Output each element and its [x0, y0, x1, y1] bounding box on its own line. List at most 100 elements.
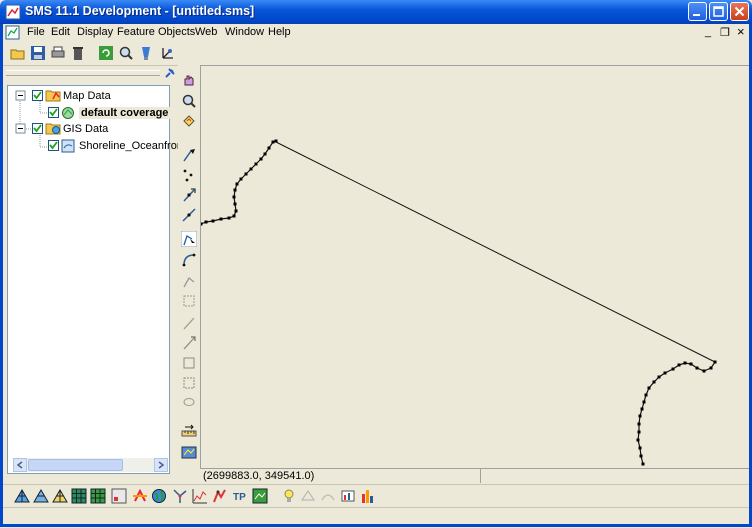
- arc-vertex[interactable]: [219, 217, 223, 221]
- annotation-icon[interactable]: [181, 445, 197, 461]
- shoreline-checkbox[interactable]: [48, 140, 59, 151]
- arc-vertex[interactable]: [657, 375, 661, 379]
- curvilinear-grid-module-icon[interactable]: [90, 488, 106, 504]
- cartesian-grid-module-icon[interactable]: [52, 488, 68, 504]
- arc-vertex[interactable]: [636, 438, 640, 442]
- select-node-icon[interactable]: [181, 187, 197, 203]
- arc-vertex[interactable]: [244, 172, 248, 176]
- map-module-icon[interactable]: [132, 488, 148, 504]
- arc-vertex[interactable]: [204, 220, 208, 224]
- select-polygon-dashed-icon[interactable]: [181, 375, 197, 391]
- arc-vertex[interactable]: [642, 400, 646, 404]
- mesh-module-icon[interactable]: [14, 488, 30, 504]
- sms-app-icon[interactable]: [5, 4, 21, 20]
- arc-vertex[interactable]: [713, 360, 717, 364]
- scroll-thumb[interactable]: [28, 459, 123, 471]
- light-icon[interactable]: [138, 45, 154, 61]
- arc-vertex[interactable]: [233, 188, 237, 192]
- arc-vertex[interactable]: [689, 362, 693, 366]
- arc-vertex[interactable]: [640, 407, 644, 411]
- lasso-disabled-icon[interactable]: [181, 395, 197, 411]
- arc-vertex[interactable]: [239, 177, 243, 181]
- arc-vertex[interactable]: [234, 209, 238, 213]
- plot-wizard-icon[interactable]: [340, 488, 356, 504]
- select-vertex-icon[interactable]: [181, 335, 197, 351]
- tree-item-gis-data[interactable]: GIS Data: [63, 123, 108, 135]
- mdi-restore-button[interactable]: ❐: [720, 26, 730, 39]
- arc-vertex[interactable]: [232, 214, 236, 218]
- menu-edit[interactable]: Edit: [51, 26, 70, 38]
- mdi-minimize-button[interactable]: _: [705, 26, 711, 38]
- arc-vertex[interactable]: [235, 182, 239, 186]
- arc-vertex[interactable]: [199, 222, 203, 226]
- axis-icon[interactable]: [160, 45, 176, 61]
- arc-vertices[interactable]: [199, 139, 717, 466]
- arc-vertex[interactable]: [638, 446, 642, 450]
- maximize-button[interactable]: [709, 2, 728, 21]
- zoom-icon[interactable]: [118, 45, 134, 61]
- menu-window[interactable]: Window: [225, 26, 264, 38]
- arc-vertex[interactable]: [677, 363, 681, 367]
- tidal-module-icon[interactable]: [212, 488, 228, 504]
- hydrograph-module-icon[interactable]: [192, 488, 208, 504]
- scatter-module-icon[interactable]: [33, 488, 49, 504]
- arc-vertex[interactable]: [641, 462, 645, 466]
- arc-vertex[interactable]: [652, 380, 656, 384]
- polygon-select-disabled-icon[interactable]: [181, 293, 197, 309]
- arc-vertex[interactable]: [259, 157, 263, 161]
- arc-vertex[interactable]: [683, 361, 687, 365]
- scroll-right-button[interactable]: [154, 458, 168, 472]
- create-node-icon[interactable]: [181, 167, 197, 183]
- open-folder-icon[interactable]: [10, 45, 26, 61]
- arc-vertex[interactable]: [695, 366, 699, 370]
- quadtree-module-icon[interactable]: [111, 488, 127, 504]
- tree-item-default-coverage[interactable]: default coverage: [79, 107, 171, 119]
- pin-icon[interactable]: [164, 67, 176, 79]
- arc-vertex[interactable]: [637, 430, 641, 434]
- arc-vertex[interactable]: [233, 202, 237, 206]
- zoom-tool-icon[interactable]: [181, 93, 197, 109]
- arc-vertex[interactable]: [232, 195, 236, 199]
- menu-feature-objects[interactable]: Feature Objects: [117, 26, 195, 38]
- arc-vertex[interactable]: [249, 167, 253, 171]
- graphics-window[interactable]: [199, 65, 749, 468]
- arc-vertex[interactable]: [227, 216, 231, 220]
- tree-item-shoreline[interactable]: Shoreline_Oceanfront: [79, 140, 186, 152]
- document-icon[interactable]: [5, 25, 20, 40]
- bar-chart-icon[interactable]: [360, 488, 376, 504]
- feature-arc-drawing[interactable]: [199, 66, 748, 467]
- close-button[interactable]: [730, 2, 749, 21]
- grip-bar[interactable]: [6, 70, 160, 76]
- arc-vertex[interactable]: [271, 140, 275, 144]
- select-arc-icon[interactable]: [181, 147, 197, 163]
- select-feature-arc-icon[interactable]: [181, 231, 197, 247]
- arc-vertex[interactable]: [644, 393, 648, 397]
- rotate-icon[interactable]: [181, 113, 197, 129]
- map-data-checkbox[interactable]: [32, 90, 43, 101]
- line-tool-disabled-icon[interactable]: [181, 315, 197, 331]
- pan-icon[interactable]: [181, 73, 197, 89]
- grid-module-icon[interactable]: [71, 488, 87, 504]
- measure-icon[interactable]: [181, 423, 197, 439]
- arc-vertex[interactable]: [671, 367, 675, 371]
- gis-module-icon[interactable]: [151, 488, 167, 504]
- select-polygon-icon[interactable]: [181, 355, 197, 371]
- arc-vertex[interactable]: [267, 146, 271, 150]
- arc-vertex[interactable]: [254, 162, 258, 166]
- arc-vertex[interactable]: [702, 369, 706, 373]
- mdi-close-button[interactable]: ×: [737, 24, 745, 39]
- create-vertex-icon[interactable]: [181, 207, 197, 223]
- shoreline-arc-east[interactable]: [637, 361, 716, 465]
- arc-vertex[interactable]: [263, 152, 267, 156]
- arc-vertex[interactable]: [637, 422, 641, 426]
- default-coverage-checkbox[interactable]: [48, 107, 59, 118]
- save-icon[interactable]: [30, 45, 46, 61]
- arc-vertex[interactable]: [638, 414, 642, 418]
- minimize-button[interactable]: [688, 2, 707, 21]
- delete-icon[interactable]: [70, 45, 86, 61]
- menu-file[interactable]: File: [27, 26, 45, 38]
- arc-vertex[interactable]: [639, 454, 643, 458]
- tp-module-icon[interactable]: TP: [232, 488, 248, 504]
- create-arc-icon[interactable]: [181, 251, 197, 267]
- contour-disabled-icon[interactable]: [320, 488, 336, 504]
